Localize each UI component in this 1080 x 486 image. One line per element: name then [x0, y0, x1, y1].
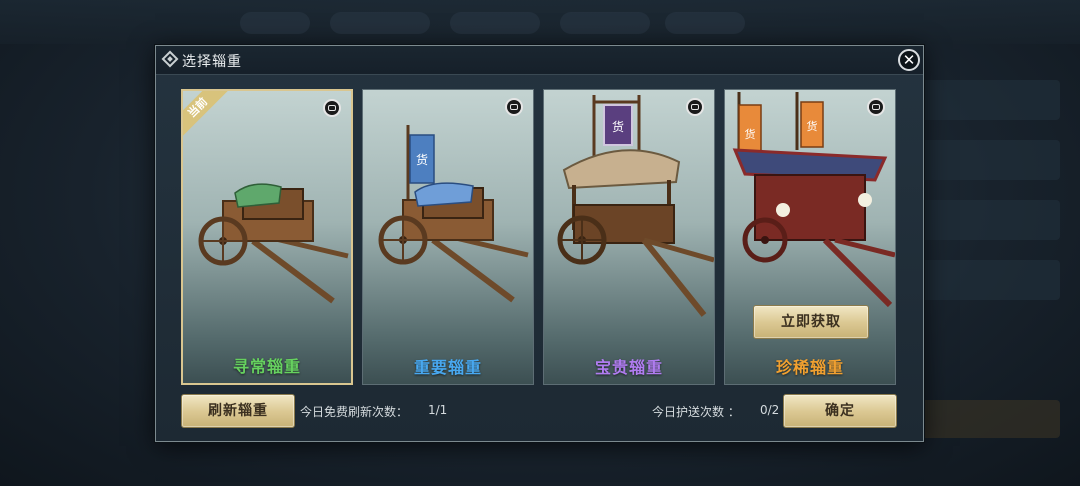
refresh-supply-button[interactable]: 刷新辎重 — [181, 394, 295, 428]
background-resource-chip — [665, 12, 745, 34]
supply-card-precious[interactable]: 货 宝贵辎重 — [543, 89, 715, 385]
info-icon[interactable] — [686, 98, 704, 116]
background-side-panel — [920, 80, 1060, 120]
supply-card-common[interactable]: 当前 寻常辎重 — [181, 89, 353, 385]
background-resource-chip — [560, 12, 650, 34]
background-resource-chip — [450, 12, 540, 34]
dialog-header: 选择辎重 ✕ — [156, 46, 923, 75]
background-resource-chip — [240, 12, 310, 34]
close-icon: ✕ — [902, 51, 916, 69]
background-side-panel — [920, 200, 1060, 240]
card-label: 珍稀辎重 — [775, 358, 844, 377]
cart-important-image: 货 — [378, 125, 529, 303]
diamond-icon — [161, 50, 179, 68]
card-label: 寻常辎重 — [232, 357, 301, 376]
info-icon[interactable] — [323, 99, 341, 117]
close-button[interactable]: ✕ — [898, 49, 920, 71]
card-label: 宝贵辎重 — [594, 358, 663, 377]
supply-card-important[interactable]: 货 重要辎重 — [362, 89, 534, 385]
background-button — [920, 400, 1060, 438]
confirm-button[interactable]: 确定 — [783, 394, 897, 428]
supply-card-rare[interactable]: 货 货 立即获取 珍稀辎重 — [724, 89, 896, 385]
flag-text: 货 — [745, 127, 756, 141]
free-refresh-count: 1/1 — [428, 403, 448, 417]
card-label: 重要辎重 — [413, 358, 482, 377]
escort-count-label: 今日护送次数 ： — [652, 405, 740, 419]
background-side-panel — [920, 260, 1060, 300]
info-icon[interactable] — [867, 98, 885, 116]
dialog-title: 选择辎重 — [182, 54, 242, 70]
flag-text: 货 — [612, 119, 624, 134]
background-resource-chip — [330, 12, 430, 34]
flag-text: 货 — [807, 119, 818, 133]
free-refresh-label: 今日免费刷新次数： — [300, 405, 409, 419]
cart-precious-image: 货 — [557, 95, 714, 317]
cart-common-image — [198, 183, 349, 304]
cart-rare-image: 货 货 — [732, 92, 895, 308]
background-top-bar — [0, 0, 1080, 44]
flag-text: 货 — [416, 152, 428, 167]
obtain-now-button[interactable]: 立即获取 — [753, 305, 869, 339]
background-side-panel — [920, 140, 1060, 180]
select-supply-dialog: 选择辎重 ✕ 当前 寻常辎重 货 重要辎重 货 宝贵辎重 货 货 立即获取 珍稀… — [155, 45, 924, 442]
info-icon[interactable] — [505, 98, 523, 116]
escort-count: 0/2 — [760, 403, 780, 417]
